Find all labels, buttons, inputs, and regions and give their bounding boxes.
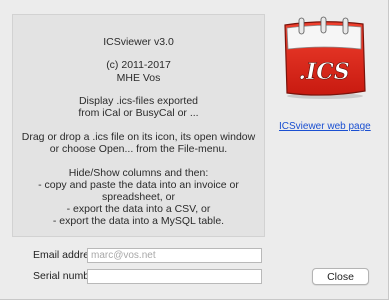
about-info-panel: ICSviewer v3.0 (c) 2011-2017 MHE Vos Dis… — [12, 14, 265, 237]
close-button[interactable]: Close — [312, 268, 369, 285]
serial-number-field[interactable] — [87, 269, 262, 284]
hideshow-line: - export the data into a MySQL table. — [52, 215, 225, 227]
web-page-link[interactable]: ICSviewer web page — [279, 121, 371, 132]
description-line: from iCal or BusyCal or ... — [78, 107, 199, 119]
email-field[interactable] — [87, 248, 262, 263]
hideshow-line: Hide/Show columns and then: — [68, 167, 209, 179]
hideshow-line: - copy and paste the data into an invoic… — [38, 179, 239, 191]
copyright-text: (c) 2011-2017 — [106, 59, 171, 71]
app-title-version: ICSviewer v3.0 — [103, 36, 174, 48]
author-text: MHE Vos — [116, 72, 161, 84]
about-window: ICSviewer v3.0 (c) 2011-2017 MHE Vos Dis… — [0, 0, 389, 300]
hideshow-line: spreadsheet, or — [102, 191, 175, 203]
ics-icon-text: .ICS — [298, 59, 349, 85]
ics-calendar-icon-graphic: .ICS — [284, 16, 366, 99]
instruction-line: Drag or drop a .ics file on its icon, it… — [21, 131, 256, 143]
instruction-line: or choose Open... from the File-menu. — [49, 143, 228, 155]
description-line: Display .ics-files exported — [78, 95, 199, 107]
ics-calendar-icon: .ICS — [279, 15, 369, 100]
hideshow-line: - export the data into a CSV, or — [66, 203, 211, 215]
